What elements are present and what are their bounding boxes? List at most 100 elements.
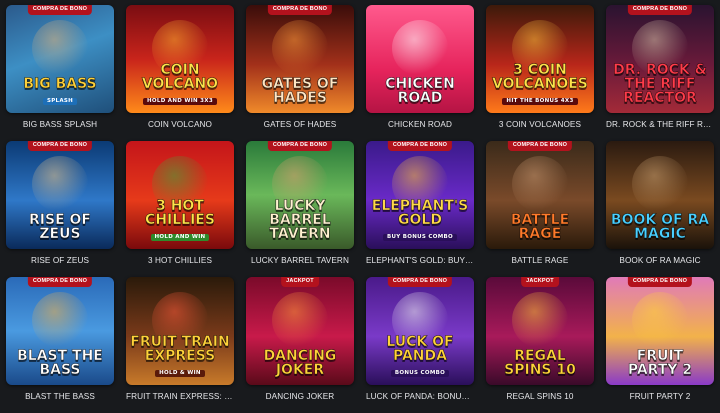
game-character-art (512, 292, 568, 349)
game-title[interactable]: CHICKEN ROAD (366, 120, 474, 129)
game-logo: LUCKY BARREL TAVERN (250, 199, 350, 242)
game-logo: GATES OF HADES (250, 76, 350, 106)
game-thumbnail[interactable]: COIN VOLCANO HOLD and WIN 3x3 (126, 5, 234, 113)
game-character-art (32, 20, 88, 77)
game-logo-subtitle: BUY BONUS COMBO (383, 233, 457, 241)
game-thumbnail[interactable]: CHICKEN ROAD (366, 5, 474, 113)
game-tile-book-of-ra-magic[interactable]: BOOK OF RA MAGIC BOOK OF RA MAGIC (606, 141, 714, 277)
game-logo: BATTLE RAGE (490, 213, 590, 242)
game-logo: LUCK OF PANDA BONUS COMBO (370, 334, 470, 377)
game-title[interactable]: LUCK OF PANDA: BONUS COMBO (366, 392, 474, 401)
game-character-art (632, 156, 688, 213)
game-tile-rise-of-zeus[interactable]: COMPRA DE BONO RISE OF ZEUS RISE OF ZEUS (6, 141, 114, 277)
game-tile-lucky-barrel-tavern[interactable]: COMPRA DE BONO LUCKY BARREL TAVERN LUCKY B… (246, 141, 354, 277)
game-title[interactable]: BATTLE RAGE (486, 256, 594, 265)
game-logo-text: DANCING JOKER (263, 348, 337, 378)
game-tile-dancing-joker[interactable]: JACKPOT DANCING JOKER DANCING JOKER (246, 277, 354, 413)
game-logo: 3 HOT CHILLIES HOLD AND WIN (130, 197, 230, 241)
game-title[interactable]: BIG BASS SPLASH (6, 120, 114, 129)
bonus-buy-badge: COMPRA DE BONO (627, 5, 693, 15)
game-tile-coin-volcano[interactable]: COIN VOLCANO HOLD and WIN 3x3 COIN VOLCANO (126, 5, 234, 141)
game-logo-text: DR. ROCK & THE RIFF REACTOR (613, 62, 707, 106)
game-logo: DANCING JOKER (250, 348, 350, 378)
game-title[interactable]: REGAL SPINS 10 (486, 392, 594, 401)
game-logo-text: FRUIT PARTY 2 (627, 348, 693, 378)
game-thumbnail[interactable]: COMPRA DE BONO LUCK OF PANDA BONUS COMBO (366, 277, 474, 385)
game-character-art (632, 292, 688, 349)
game-tile-3-hot-chillies[interactable]: 3 HOT CHILLIES HOLD AND WIN 3 HOT CHILLIES (126, 141, 234, 277)
game-logo-text: 3 COIN VOLCANOES (492, 61, 588, 92)
game-logo-text: ELEPHANT'S GOLD (371, 197, 469, 228)
game-title[interactable]: 3 HOT CHILLIES (126, 256, 234, 265)
game-character-art (272, 292, 328, 349)
game-character-art (512, 156, 568, 213)
game-tile-regal-spins-10[interactable]: JACKPOT REGAL SPINS 10 REGAL SPINS 10 (486, 277, 594, 413)
game-character-art (272, 20, 328, 77)
game-tile-fruit-party-2[interactable]: COMPRA DE BONO FRUIT PARTY 2 FRUIT PARTY 2 (606, 277, 714, 413)
game-title[interactable]: BOOK OF RA MAGIC (606, 256, 714, 265)
game-tile-gates-of-hades[interactable]: COMPRA DE BONO GATES OF HADES GATES OF HAD… (246, 5, 354, 141)
game-thumbnail[interactable]: COMPRA DE BONO ELEPHANT'S GOLD BUY BONUS C… (366, 141, 474, 249)
game-tile-fruit-train-express-hold[interactable]: FRUIT TRAIN EXPRESS HOLD & WIN FRUIT TRAIN… (126, 277, 234, 413)
game-logo: RISE OF ZEUS (10, 212, 110, 242)
game-logo: BOOK OF RA MAGIC (610, 212, 710, 242)
game-logo-subtitle: HOLD & WIN (155, 369, 205, 377)
game-tile-blast-the-bass[interactable]: COMPRA DE BONO BLAST THE BASS BLAST THE BA… (6, 277, 114, 413)
game-tile-battle-rage[interactable]: COMPRA DE BONO BATTLE RAGE BATTLE RAGE (486, 141, 594, 277)
game-logo-text: 3 HOT CHILLIES (145, 197, 216, 228)
game-logo-text: BLAST THE BASS (17, 348, 103, 378)
game-title[interactable]: 3 COIN VOLCANOES (486, 120, 594, 129)
game-title[interactable]: COIN VOLCANO (126, 120, 234, 129)
game-logo: 3 COIN VOLCANOES HIT the BONUS 4x3 (490, 61, 590, 105)
game-title[interactable]: RISE OF ZEUS (6, 256, 114, 265)
game-tile-dr-rock-the-riff-reactor[interactable]: COMPRA DE BONO DR. ROCK & THE RIFF REACTO… (606, 5, 714, 141)
game-logo: DR. ROCK & THE RIFF REACTOR (610, 62, 710, 106)
game-tile-chicken-road[interactable]: CHICKEN ROAD CHICKEN ROAD (366, 5, 474, 141)
game-thumbnail[interactable]: JACKPOT REGAL SPINS 10 (486, 277, 594, 385)
game-logo-text: RISE OF ZEUS (29, 212, 92, 242)
game-thumbnail[interactable]: COMPRA DE BONO RISE OF ZEUS (6, 141, 114, 249)
game-logo-subtitle: HIT the BONUS 4x3 (502, 97, 578, 105)
bonus-buy-badge: COMPRA DE BONO (27, 141, 93, 151)
game-thumbnail[interactable]: COMPRA DE BONO LUCKY BARREL TAVERN (246, 141, 354, 249)
game-logo: BLAST THE BASS (10, 348, 110, 378)
game-logo-subtitle: HOLD and WIN 3x3 (143, 97, 217, 105)
jackpot-badge: JACKPOT (521, 277, 559, 287)
game-thumbnail[interactable]: 3 COIN VOLCANOES HIT the BONUS 4x3 (486, 5, 594, 113)
game-grid: COMPRA DE BONO BIG BASS SPLASH BIG BASS SPL… (0, 0, 720, 409)
game-title[interactable]: BLAST THE BASS (6, 392, 114, 401)
game-thumbnail[interactable]: COMPRA DE BONO BLAST THE BASS (6, 277, 114, 385)
game-character-art (392, 20, 448, 77)
game-tile-elephant-s-gold-buy-bonu[interactable]: COMPRA DE BONO ELEPHANT'S GOLD BUY BONUS C… (366, 141, 474, 277)
game-logo: CHICKEN ROAD (370, 76, 470, 106)
game-thumbnail[interactable]: JACKPOT DANCING JOKER (246, 277, 354, 385)
game-logo-text: REGAL SPINS 10 (504, 348, 576, 378)
game-title[interactable]: GATES OF HADES (246, 120, 354, 129)
game-logo-text: GATES OF HADES (261, 76, 339, 106)
game-logo: ELEPHANT'S GOLD BUY BONUS COMBO (370, 197, 470, 241)
game-tile-3-coin-volcanoes[interactable]: 3 COIN VOLCANOES HIT the BONUS 4x3 3 COIN … (486, 5, 594, 141)
game-thumbnail[interactable]: COMPRA DE BONO FRUIT PARTY 2 (606, 277, 714, 385)
game-tile-luck-of-panda-bonus-combo[interactable]: COMPRA DE BONO LUCK OF PANDA BONUS COMBO LU… (366, 277, 474, 413)
game-logo: FRUIT TRAIN EXPRESS HOLD & WIN (130, 334, 230, 377)
game-logo-text: CHICKEN ROAD (385, 76, 455, 106)
game-tile-big-bass-splash[interactable]: COMPRA DE BONO BIG BASS SPLASH BIG BASS SPL… (6, 5, 114, 141)
game-thumbnail[interactable]: COMPRA DE BONO BIG BASS SPLASH (6, 5, 114, 113)
game-title[interactable]: LUCKY BARREL TAVERN (246, 256, 354, 265)
bonus-buy-badge: COMPRA DE BONO (507, 141, 573, 151)
game-thumbnail[interactable]: 3 HOT CHILLIES HOLD AND WIN (126, 141, 234, 249)
game-title[interactable]: FRUIT PARTY 2 (606, 392, 714, 401)
game-title[interactable]: ELEPHANT'S GOLD: BUY BONU... (366, 256, 474, 265)
game-title[interactable]: DR. ROCK & THE RIFF REACTOR (606, 120, 714, 129)
game-logo-text: BOOK OF RA MAGIC (610, 212, 710, 242)
bonus-buy-badge: COMPRA DE BONO (267, 141, 333, 151)
game-thumbnail[interactable]: COMPRA DE BONO DR. ROCK & THE RIFF REACTO… (606, 5, 714, 113)
game-thumbnail[interactable]: COMPRA DE BONO BATTLE RAGE (486, 141, 594, 249)
game-thumbnail[interactable]: BOOK OF RA MAGIC (606, 141, 714, 249)
game-thumbnail[interactable]: FRUIT TRAIN EXPRESS HOLD & WIN (126, 277, 234, 385)
game-title[interactable]: DANCING JOKER (246, 392, 354, 401)
game-thumbnail[interactable]: COMPRA DE BONO GATES OF HADES (246, 5, 354, 113)
game-title[interactable]: FRUIT TRAIN EXPRESS: HOLD ... (126, 392, 234, 401)
bonus-buy-badge: COMPRA DE BONO (387, 277, 453, 287)
bonus-buy-badge: COMPRA DE BONO (27, 277, 93, 287)
